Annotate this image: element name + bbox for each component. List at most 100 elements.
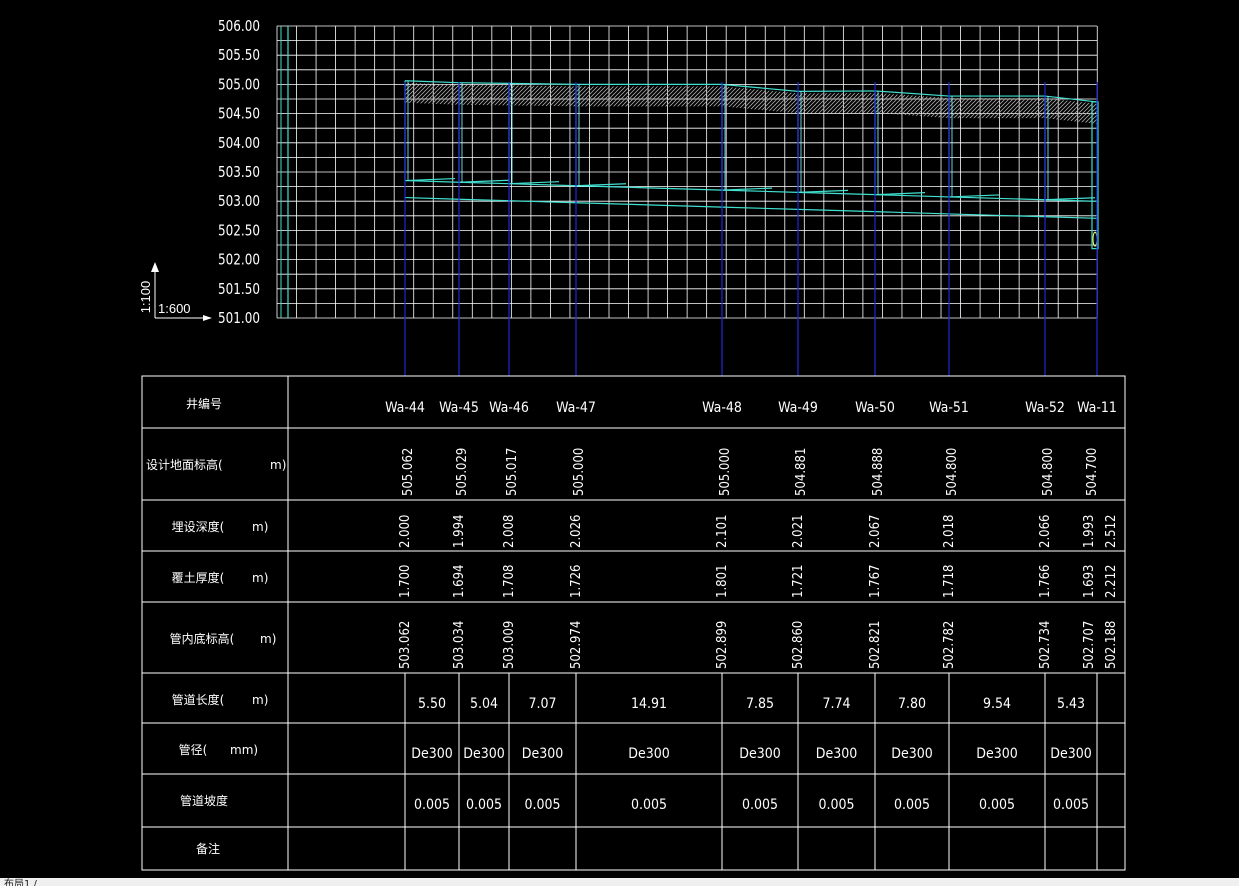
cover-depth-value: 1.766: [1038, 565, 1053, 598]
row-label: 设计地面标高(: [146, 457, 223, 472]
burial-depth-value: 2.026: [569, 515, 584, 548]
y-tick-label: 501.50: [218, 280, 260, 298]
row-label: 管道长度(: [172, 692, 225, 707]
cover-depth-value: 1.708: [502, 565, 517, 598]
burial-depth-value: 2.066: [1038, 515, 1053, 548]
row-unit: m): [260, 632, 276, 646]
row-unit: m): [270, 458, 286, 472]
row-label: 管径(: [179, 742, 208, 757]
pipe-slope-value: 0.005: [631, 797, 667, 813]
pipe-diameter-value: De300: [976, 746, 1018, 762]
y-tick-label: 503.00: [218, 192, 260, 210]
pipe-length-value: 7.80: [898, 696, 926, 712]
pipe-slope-value: 0.005: [979, 797, 1015, 813]
ground-elevation-value: 504.800: [1041, 448, 1056, 496]
y-axis-labels: 501.00 501.50 502.00 502.50 503.00 503.50 504.…: [218, 17, 260, 327]
row-unit: m): [252, 693, 268, 707]
ground-elevation-value: 505.017: [505, 448, 520, 496]
table-values: 井编号设计地面标高(m) 埋设深度(m) 覆土厚度(m) 管内底标高(m) 管道长度(m…: [146, 396, 1119, 856]
pipe-slope-value: 0.005: [894, 797, 930, 813]
row-unit: mm): [230, 743, 258, 757]
well-id: Wa-51: [929, 400, 969, 416]
row-unit: m): [252, 520, 268, 534]
cover-depth-value: 1.801: [715, 565, 730, 598]
y-tick-label: 501.00: [218, 309, 260, 327]
well-id: Wa-44: [385, 400, 425, 416]
row-label: 备注: [196, 841, 220, 856]
y-tick-label: 504.00: [218, 134, 260, 152]
y-tick-label: 504.50: [218, 105, 260, 123]
well-id: Wa-50: [855, 400, 895, 416]
row-label: 管道坡度: [180, 793, 228, 808]
status-bar: 布局1 /: [0, 878, 1239, 886]
invert-elevation-value: 503.062: [398, 621, 413, 669]
ground-elevation-value: 504.881: [794, 448, 809, 496]
pipe-diameter-value: De300: [628, 746, 670, 762]
invert-elevation-value: 502.821: [868, 621, 883, 669]
y-tick-label: 506.00: [218, 17, 260, 35]
pipe-length-value: 14.91: [631, 696, 667, 712]
pipe-diameter-value: De300: [411, 746, 453, 762]
invert-elevation-value: 503.009: [502, 621, 517, 669]
well-id: Wa-47: [556, 400, 596, 416]
ground-elevation-value: 504.888: [871, 448, 886, 496]
pipe-slope-value: 0.005: [1053, 797, 1089, 813]
burial-depth-value: 2.000: [398, 515, 413, 548]
invert-elevation-value: 502.974: [569, 621, 584, 669]
invert-elevation-value: 502.860: [791, 621, 806, 669]
burial-depth-value: 2.008: [502, 515, 517, 548]
pipe-slope-value: 0.005: [742, 797, 778, 813]
ground-elevation-value: 504.700: [1085, 448, 1100, 496]
row-label: 埋设深度(: [172, 519, 225, 534]
scale-horizontal-label: 1:600: [158, 301, 191, 316]
well-id: Wa-49: [778, 400, 818, 416]
burial-depth-value: 2.101: [715, 515, 730, 548]
ground-elevation-value: 505.000: [572, 448, 587, 496]
cover-depth-value: 2.212: [1104, 565, 1119, 598]
well-lines: [404, 82, 1098, 376]
burial-depth-value: 1.994: [452, 515, 467, 548]
elevation-grid: [276, 25, 1098, 319]
pipe-length-value: 7.85: [746, 696, 774, 712]
invert-elevation-value: 502.707: [1082, 621, 1097, 669]
scale-indicator: 1:100 1:600: [138, 262, 212, 321]
burial-depth-value: 2.018: [942, 515, 957, 548]
ground-elevation-value: 505.000: [718, 448, 733, 496]
invert-elevation-value: 503.034: [452, 621, 467, 669]
burial-depth-value: 2.512: [1104, 515, 1119, 548]
burial-depth-value: 1.993: [1082, 515, 1097, 548]
well-id: Wa-11: [1077, 400, 1117, 416]
row-label: 井编号: [186, 396, 222, 411]
invert-elevation-value: 502.899: [715, 621, 730, 669]
cover-depth-value: 1.694: [452, 565, 467, 598]
pipe-length-value: 7.07: [528, 696, 556, 712]
scale-arrow-head: [151, 262, 159, 272]
invert-elevation-value: 502.734: [1038, 621, 1053, 669]
pipe-slope-value: 0.005: [524, 797, 560, 813]
invert-elevation-value: 502.782: [942, 621, 957, 669]
y-tick-label: 502.50: [218, 221, 260, 239]
pipe-length-value: 9.54: [983, 696, 1011, 712]
row-label: 覆土厚度(: [172, 570, 225, 585]
y-tick-label: 503.50: [218, 163, 260, 181]
pipe-diameter-value: De300: [1050, 746, 1092, 762]
pipe-slope-value: 0.005: [466, 797, 502, 813]
burial-depth-value: 2.021: [791, 515, 806, 548]
well-id: Wa-46: [489, 400, 529, 416]
profile-drawing[interactable]: 501.00 501.50 502.00 502.50 503.00 503.50 504.…: [0, 0, 1239, 878]
pipe-slope-value: 0.005: [414, 797, 450, 813]
cover-depth-value: 1.767: [868, 565, 883, 598]
cover-depth-value: 1.718: [942, 565, 957, 598]
invert-elevation-value: 502.188: [1104, 621, 1119, 669]
cover-depth-value: 1.700: [398, 565, 413, 598]
pipe-length-value: 5.43: [1057, 696, 1085, 712]
cover-depth-value: 1.726: [569, 565, 584, 598]
row-unit: m): [252, 571, 268, 585]
ground-elevation-value: 505.029: [455, 448, 470, 496]
layout-tab[interactable]: 布局1 /: [4, 878, 37, 886]
y-tick-label: 505.00: [218, 75, 260, 93]
pipe-diameter-value: De300: [891, 746, 933, 762]
cover-depth-value: 1.693: [1082, 565, 1097, 598]
pipe-diameter-value: De300: [522, 746, 564, 762]
burial-depth-value: 2.067: [868, 515, 883, 548]
